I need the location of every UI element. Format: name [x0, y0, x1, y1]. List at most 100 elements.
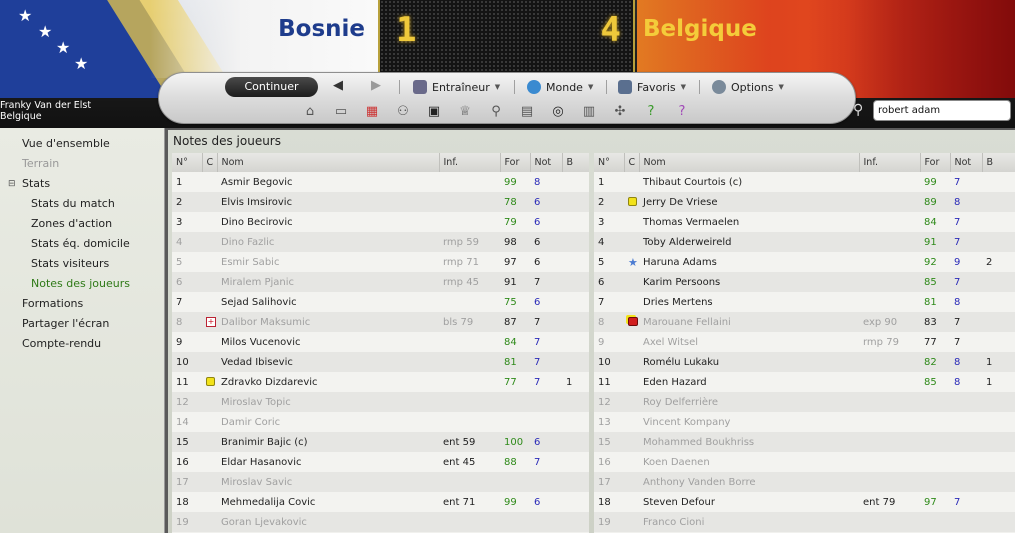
cell-name[interactable]: Esmir Sabic — [217, 252, 439, 272]
table-row[interactable]: 5 ★ Haruna Adams 92 9 2 — [594, 252, 1015, 272]
table-row[interactable]: 2 Elvis Imsirovic 78 6 — [172, 192, 589, 212]
sidebar-item[interactable]: ⊟ Stats — [0, 174, 164, 194]
table-row[interactable]: 13 Vincent Kompany — [594, 412, 1015, 432]
notepad-icon[interactable]: ▤ — [516, 101, 538, 121]
sidebar-item[interactable]: Stats éq. domicile — [0, 234, 164, 254]
column-header[interactable]: Not — [530, 153, 563, 172]
cell-name[interactable]: Mohammed Boukhriss — [639, 432, 859, 452]
cell-name[interactable]: Dries Mertens — [639, 292, 859, 312]
column-header[interactable]: C — [202, 153, 218, 172]
table-row[interactable]: 6 Karim Persoons 85 7 — [594, 272, 1015, 292]
cell-name[interactable]: Romélu Lukaku — [639, 352, 859, 372]
column-header[interactable]: N° — [594, 153, 625, 172]
table-row[interactable]: 3 Thomas Vermaelen 84 7 — [594, 212, 1015, 232]
cell-name[interactable]: Axel Witsel — [639, 332, 859, 352]
table-row[interactable]: 19 Goran Ljevakovic — [172, 512, 589, 532]
cell-name[interactable]: Vedad Ibisevic — [217, 352, 439, 372]
table-row[interactable]: 18 Steven Defour ent 79 97 7 — [594, 492, 1015, 512]
table-row[interactable]: 17 Miroslav Savic — [172, 472, 589, 492]
binoculars-icon[interactable]: ◎ — [547, 101, 569, 121]
cell-name[interactable]: Asmir Begovic — [217, 172, 439, 192]
table-row[interactable]: 1 Asmir Begovic 99 8 — [172, 172, 589, 192]
cell-name[interactable]: Miroslav Topic — [217, 392, 439, 412]
cell-name[interactable]: Miroslav Savic — [217, 472, 439, 492]
column-header[interactable]: Inf. — [439, 153, 501, 172]
cell-name[interactable]: Zdravko Dizdarevic — [217, 372, 439, 392]
sidebar-item[interactable]: Partager l'écran — [0, 314, 164, 334]
tactics-icon[interactable]: ▣ — [423, 101, 445, 121]
continue-button[interactable]: Continuer — [225, 77, 318, 97]
back-arrow-icon[interactable]: ◀ — [333, 78, 343, 93]
cell-name[interactable]: Sejad Salihovic — [217, 292, 439, 312]
column-header[interactable]: C — [624, 153, 640, 172]
table-row[interactable]: 10 Vedad Ibisevic 81 7 — [172, 352, 589, 372]
table-row[interactable]: 8 Marouane Fellaini exp 90 83 7 — [594, 312, 1015, 332]
cell-name[interactable]: Franco Cioni — [639, 512, 859, 532]
calendar-icon[interactable]: ▦ — [361, 101, 383, 121]
forward-arrow-icon[interactable]: ▶ — [371, 78, 381, 93]
column-header[interactable]: N° — [172, 153, 203, 172]
cell-name[interactable]: Karim Persoons — [639, 272, 859, 292]
column-header[interactable]: Inf. — [859, 153, 921, 172]
table-row[interactable]: 11 Eden Hazard 85 8 1 — [594, 372, 1015, 392]
table-row[interactable]: 16 Eldar Hasanovic ent 45 88 7 — [172, 452, 589, 472]
inbox-icon[interactable]: ▭ — [330, 101, 352, 121]
table-row[interactable]: 17 Anthony Vanden Borre — [594, 472, 1015, 492]
column-header[interactable]: Nom — [639, 153, 860, 172]
cell-name[interactable]: Damir Coric — [217, 412, 439, 432]
sidebar-item[interactable]: Vue d'ensemble — [0, 134, 164, 154]
column-header[interactable]: B — [562, 153, 589, 172]
cell-name[interactable]: Jerry De Vriese — [639, 192, 859, 212]
column-header[interactable]: For — [920, 153, 951, 172]
table-row[interactable]: 6 Miralem Pjanic rmp 45 91 7 — [172, 272, 589, 292]
scouting-icon[interactable]: ⚲ — [485, 101, 507, 121]
sidebar-item[interactable]: Zones d'action — [0, 214, 164, 234]
cell-name[interactable]: Dino Fazlic — [217, 232, 439, 252]
column-header[interactable]: For — [500, 153, 531, 172]
cell-name[interactable]: Dino Becirovic — [217, 212, 439, 232]
table-row[interactable]: 7 Dries Mertens 81 8 — [594, 292, 1015, 312]
table-row[interactable]: 12 Roy Delferrière — [594, 392, 1015, 412]
cell-name[interactable]: Thibaut Courtois (c) — [639, 172, 859, 192]
cell-name[interactable]: Roy Delferrière — [639, 392, 859, 412]
table-row[interactable]: 9 Axel Witsel rmp 79 77 7 — [594, 332, 1015, 352]
table-row[interactable]: 14 Damir Coric — [172, 412, 589, 432]
sidebar-item[interactable]: Terrain — [0, 154, 164, 174]
cell-name[interactable]: Mehmedalija Covic — [217, 492, 439, 512]
menu-world[interactable]: Monde ▼ — [527, 80, 593, 94]
table-row[interactable]: 8 + Dalibor Maksumic bls 79 87 7 — [172, 312, 589, 332]
search-input[interactable] — [873, 100, 1011, 121]
home-icon[interactable]: ⌂ — [299, 101, 321, 121]
menu-options[interactable]: Options ▼ — [712, 80, 784, 94]
menu-manager[interactable]: Entraîneur ▼ — [413, 80, 500, 94]
help-icon[interactable]: ? — [640, 101, 662, 121]
cell-name[interactable]: Thomas Vermaelen — [639, 212, 859, 232]
manager-info[interactable]: Franky Van der Elst Belgique — [0, 100, 91, 122]
news-icon[interactable]: ▥ — [578, 101, 600, 121]
cell-name[interactable]: Branimir Bajic (c) — [217, 432, 439, 452]
table-row[interactable]: 16 Koen Daenen — [594, 452, 1015, 472]
cell-name[interactable]: Koen Daenen — [639, 452, 859, 472]
table-row[interactable]: 1 Thibaut Courtois (c) 99 7 — [594, 172, 1015, 192]
cell-name[interactable]: Goran Ljevakovic — [217, 512, 439, 532]
network-icon[interactable]: ✣ — [609, 101, 631, 121]
cell-name[interactable]: Haruna Adams — [639, 252, 859, 272]
column-header[interactable]: Not — [950, 153, 983, 172]
cell-name[interactable]: Steven Defour — [639, 492, 859, 512]
home-team-name[interactable]: Bosnie — [200, 16, 365, 42]
cell-name[interactable]: Toby Alderweireld — [639, 232, 859, 252]
table-row[interactable]: 3 Dino Becirovic 79 6 — [172, 212, 589, 232]
table-row[interactable]: 15 Branimir Bajic (c) ent 59 100 6 — [172, 432, 589, 452]
cell-name[interactable]: Miralem Pjanic — [217, 272, 439, 292]
cell-name[interactable]: Elvis Imsirovic — [217, 192, 439, 212]
column-header[interactable]: B — [982, 153, 1015, 172]
sidebar-item[interactable]: Stats visiteurs — [0, 254, 164, 274]
column-header[interactable]: Nom — [217, 153, 440, 172]
cell-name[interactable]: Eldar Hasanovic — [217, 452, 439, 472]
menu-favourites[interactable]: Favoris ▼ — [618, 80, 686, 94]
cell-name[interactable]: Eden Hazard — [639, 372, 859, 392]
cell-name[interactable]: Milos Vucenovic — [217, 332, 439, 352]
table-row[interactable]: 10 Romélu Lukaku 82 8 1 — [594, 352, 1015, 372]
cell-name[interactable]: Vincent Kompany — [639, 412, 859, 432]
sidebar-item[interactable]: Formations — [0, 294, 164, 314]
